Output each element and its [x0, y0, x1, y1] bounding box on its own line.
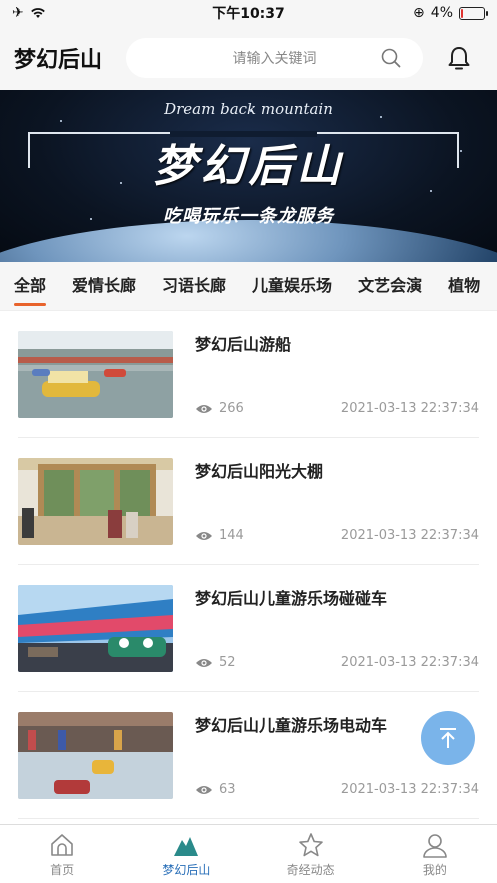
bottom-nav: 首页 梦幻后山 奇经动态 我的 — [0, 824, 497, 883]
item-date: 2021-03-13 22:37:34 — [340, 782, 479, 797]
search-input[interactable]: 请输入关键词 — [126, 38, 423, 78]
item-meta: 63 2021-03-13 22:37:34 — [195, 782, 479, 797]
item-date: 2021-03-13 22:37:34 — [340, 401, 479, 416]
nav-home[interactable]: 首页 — [0, 825, 124, 883]
item-date: 2021-03-13 22:37:34 — [340, 528, 479, 543]
eye-icon — [196, 531, 212, 540]
home-icon — [51, 833, 73, 856]
nav-dream-mountain[interactable]: 梦幻后山 — [124, 825, 248, 883]
header: 梦幻后山 请输入关键词 — [0, 26, 497, 90]
view-count: 266 — [219, 401, 244, 416]
category-tabs: 全部 爱情长廊 习语长廊 儿童娱乐场 文艺会演 植物 — [0, 262, 497, 311]
eye-icon — [196, 658, 212, 667]
battery-fill — [461, 8, 463, 18]
view-count: 52 — [219, 655, 236, 670]
eye-icon — [196, 404, 212, 413]
boat-photo — [18, 331, 173, 418]
tab-performance[interactable]: 文艺会演 — [358, 272, 422, 300]
banner-subtitle: Dream back mountain — [164, 100, 333, 118]
tab-idiom-corridor[interactable]: 习语长廊 — [162, 272, 226, 300]
greenhouse-photo — [18, 458, 173, 545]
back-to-top-button[interactable] — [421, 711, 475, 765]
tab-kids-playground[interactable]: 儿童娱乐场 — [252, 272, 332, 300]
eye-icon — [196, 785, 212, 794]
nav-news[interactable]: 奇经动态 — [249, 825, 373, 883]
airplane-icon: ✈ — [12, 5, 24, 21]
item-title: 梦幻后山儿童游乐场碰碰车 — [195, 589, 388, 608]
banner-title: 梦幻后山 — [152, 141, 345, 192]
bumper-car-photo — [18, 585, 173, 672]
battery-percent: 4% — [430, 5, 453, 21]
user-icon — [423, 833, 447, 858]
tab-plants[interactable]: 植物 — [448, 272, 480, 300]
nav-label: 我的 — [422, 862, 447, 877]
search-placeholder: 请输入关键词 — [232, 51, 317, 67]
item-title: 梦幻后山游船 — [195, 335, 292, 354]
list-item[interactable]: 梦幻后山儿童游乐场碰碰车 52 2021-03-13 22:37:34 — [18, 565, 479, 692]
list-item[interactable]: 梦幻后山儿童游乐场电动车 63 2021-03-13 22:37:34 — [18, 692, 479, 819]
search-icon[interactable] — [381, 48, 401, 68]
list-item[interactable]: 梦幻后山阳光大棚 144 2021-03-13 22:37:34 — [18, 438, 479, 565]
wifi-icon — [30, 8, 45, 18]
item-body: 梦幻后山儿童游乐场碰碰车 52 2021-03-13 22:37:34 — [195, 585, 479, 672]
view-count: 63 — [219, 782, 236, 797]
nav-label: 梦幻后山 — [162, 862, 211, 877]
arrow-up-icon — [440, 728, 456, 748]
item-meta: 266 2021-03-13 22:37:34 — [195, 401, 479, 416]
nav-label: 首页 — [50, 862, 75, 877]
item-meta: 52 2021-03-13 22:37:34 — [195, 655, 479, 670]
nav-profile[interactable]: 我的 — [373, 825, 497, 883]
list-item[interactable]: 梦幻后山游船 266 2021-03-13 22:37:34 — [18, 311, 479, 438]
item-body: 梦幻后山游船 266 2021-03-13 22:37:34 — [195, 331, 479, 418]
item-date: 2021-03-13 22:37:34 — [340, 655, 479, 670]
view-count: 144 — [219, 528, 244, 543]
status-right: ⊕ 4% — [413, 5, 488, 21]
status-left: ✈ — [12, 5, 46, 21]
page-title: 梦幻后山 — [14, 48, 103, 73]
electric-car-photo — [18, 712, 173, 799]
status-bar: ✈ 下午10:37 ⊕ 4% — [0, 0, 497, 26]
nav-label: 奇经动态 — [286, 862, 335, 877]
banner[interactable]: Dream back mountain 梦幻后山 吃喝玩乐一条龙服务 — [0, 90, 497, 262]
bell-icon[interactable] — [445, 44, 473, 72]
battery-icon — [459, 6, 488, 20]
tab-all[interactable]: 全部 — [14, 272, 47, 306]
orientation-lock-icon: ⊕ — [413, 5, 425, 21]
item-meta: 144 2021-03-13 22:37:34 — [195, 528, 479, 543]
item-body: 梦幻后山阳光大棚 144 2021-03-13 22:37:34 — [195, 458, 479, 545]
item-title: 梦幻后山阳光大棚 — [195, 462, 324, 481]
mountain-icon — [174, 836, 199, 856]
star-icon — [298, 832, 323, 856]
banner-slogan: 吃喝玩乐一条龙服务 — [163, 206, 334, 227]
tab-love-corridor[interactable]: 爱情长廊 — [72, 272, 136, 300]
